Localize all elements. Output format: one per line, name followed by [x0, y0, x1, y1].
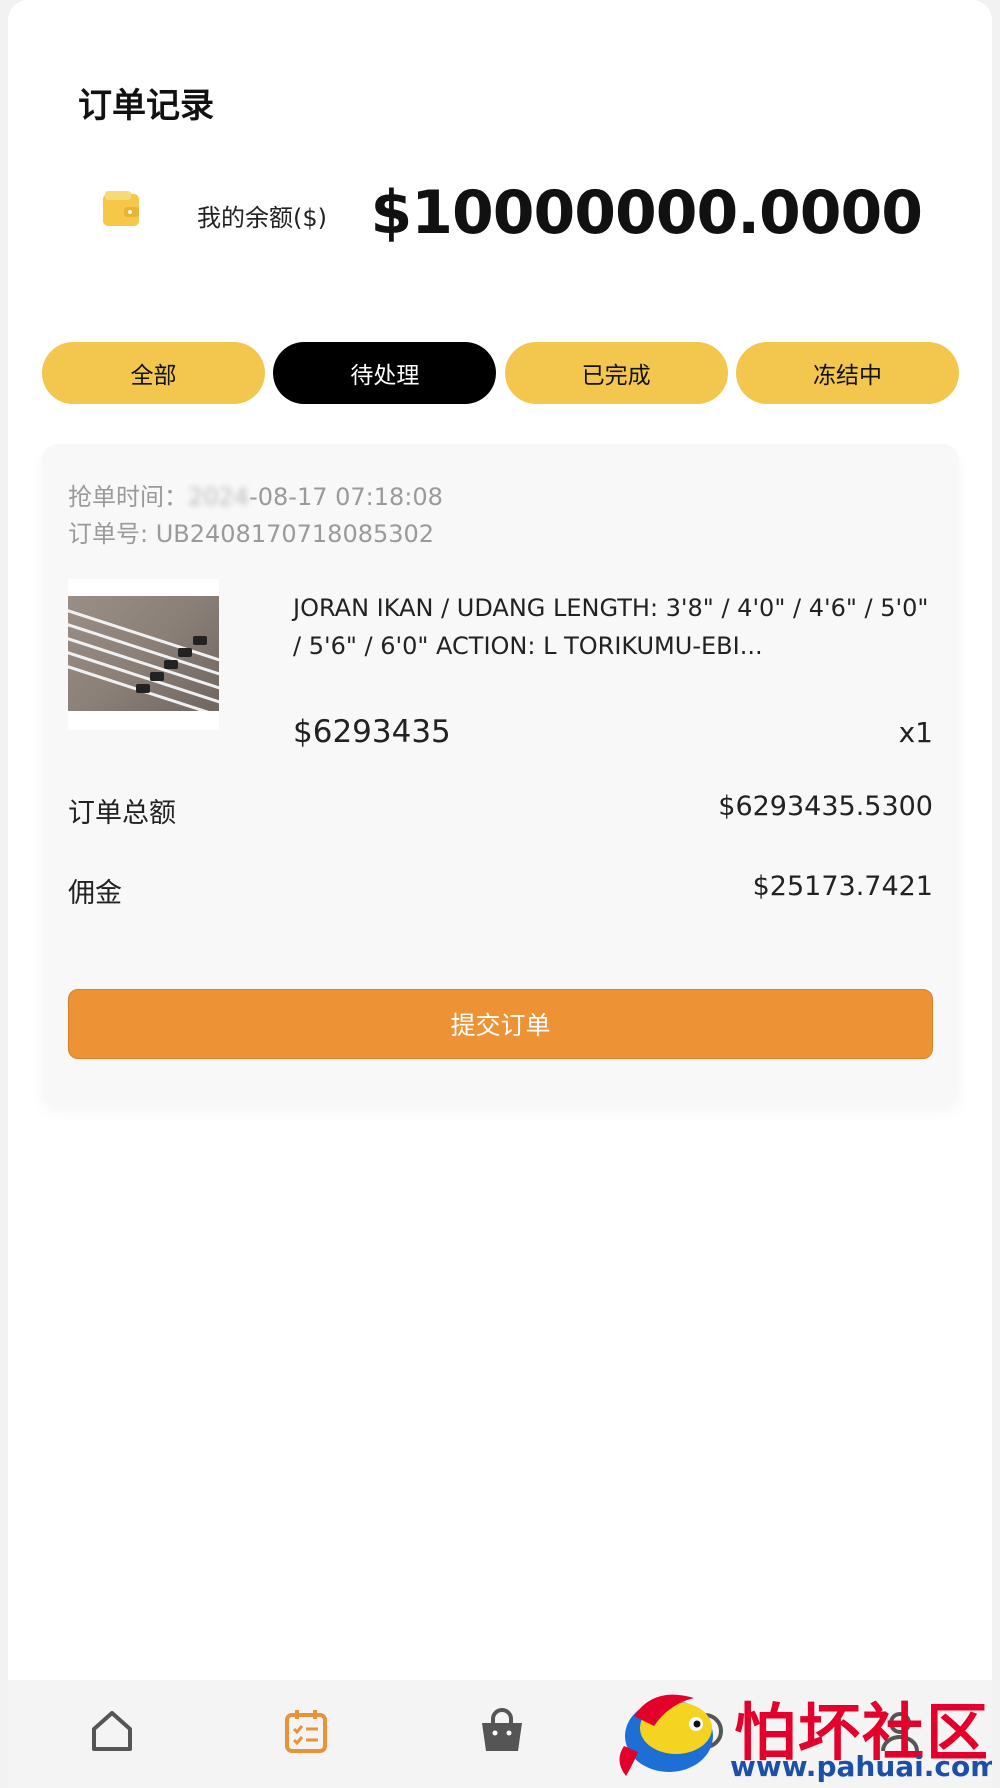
order-total-value: $6293435.5300 — [718, 791, 933, 822]
commission-row: 佣金 $25173.7421 — [68, 871, 933, 910]
order-number-label: 订单号: — [68, 520, 156, 548]
order-number-value: UB2408170718085302 — [155, 520, 435, 548]
product-quantity: x1 — [898, 716, 933, 749]
tab-completed[interactable]: 已完成 — [504, 342, 728, 404]
order-total-label: 订单总额 — [68, 798, 176, 829]
order-time-obscured: 2024 — [188, 483, 250, 511]
product-name: JORAN IKAN / UDANG LENGTH: 3'8" / 4'0" /… — [293, 594, 929, 660]
tab-pending[interactable]: 待处理 — [273, 342, 497, 404]
product-image — [68, 579, 219, 730]
home-icon[interactable] — [88, 1707, 136, 1755]
order-total-row: 订单总额 $6293435.5300 — [68, 791, 933, 830]
app-screen: 订单记录 我的余额($) $10000000.0000 全部 待处理 已完成 冻… — [8, 0, 992, 1788]
product-price: $6293435 — [293, 714, 451, 750]
order-time-label: 抢单时间： — [68, 483, 188, 511]
fishing-rods-photo — [68, 596, 219, 711]
watermark-url: www.pahuai.com — [730, 1750, 992, 1783]
balance-label: 我的余额($) — [197, 204, 327, 232]
tab-frozen[interactable]: 冻结中 — [735, 342, 959, 404]
order-status-tabs: 全部 待处理 已完成 冻结中 — [42, 342, 959, 404]
page-title: 订单记录 — [78, 86, 214, 126]
orders-icon[interactable] — [282, 1707, 330, 1755]
wallet-icon — [103, 191, 139, 226]
order-time: 抢单时间：2024-08-17 07:18:08 — [68, 479, 443, 516]
order-meta: 抢单时间：2024-08-17 07:18:08 订单号: UB24081707… — [68, 479, 443, 553]
tab-all[interactable]: 全部 — [42, 342, 265, 404]
commission-label: 佣金 — [68, 878, 122, 909]
order-card: 抢单时间：2024-08-17 07:18:08 订单号: UB24081707… — [42, 444, 959, 1104]
order-time-value: -08-17 07:18:08 — [249, 483, 443, 511]
commission-value: $25173.7421 — [752, 871, 933, 902]
watermark: 怕坏社区 www.pahuai.com — [614, 1676, 992, 1788]
fish-logo-icon — [619, 1694, 713, 1776]
balance-value: $10000000.0000 — [370, 178, 923, 248]
shop-bag-icon[interactable] — [478, 1707, 526, 1755]
order-number: 订单号: UB2408170718085302 — [68, 516, 443, 553]
submit-order-button[interactable]: 提交订单 — [68, 989, 933, 1059]
balance-row: 我的余额($) $10000000.0000 — [8, 170, 992, 270]
